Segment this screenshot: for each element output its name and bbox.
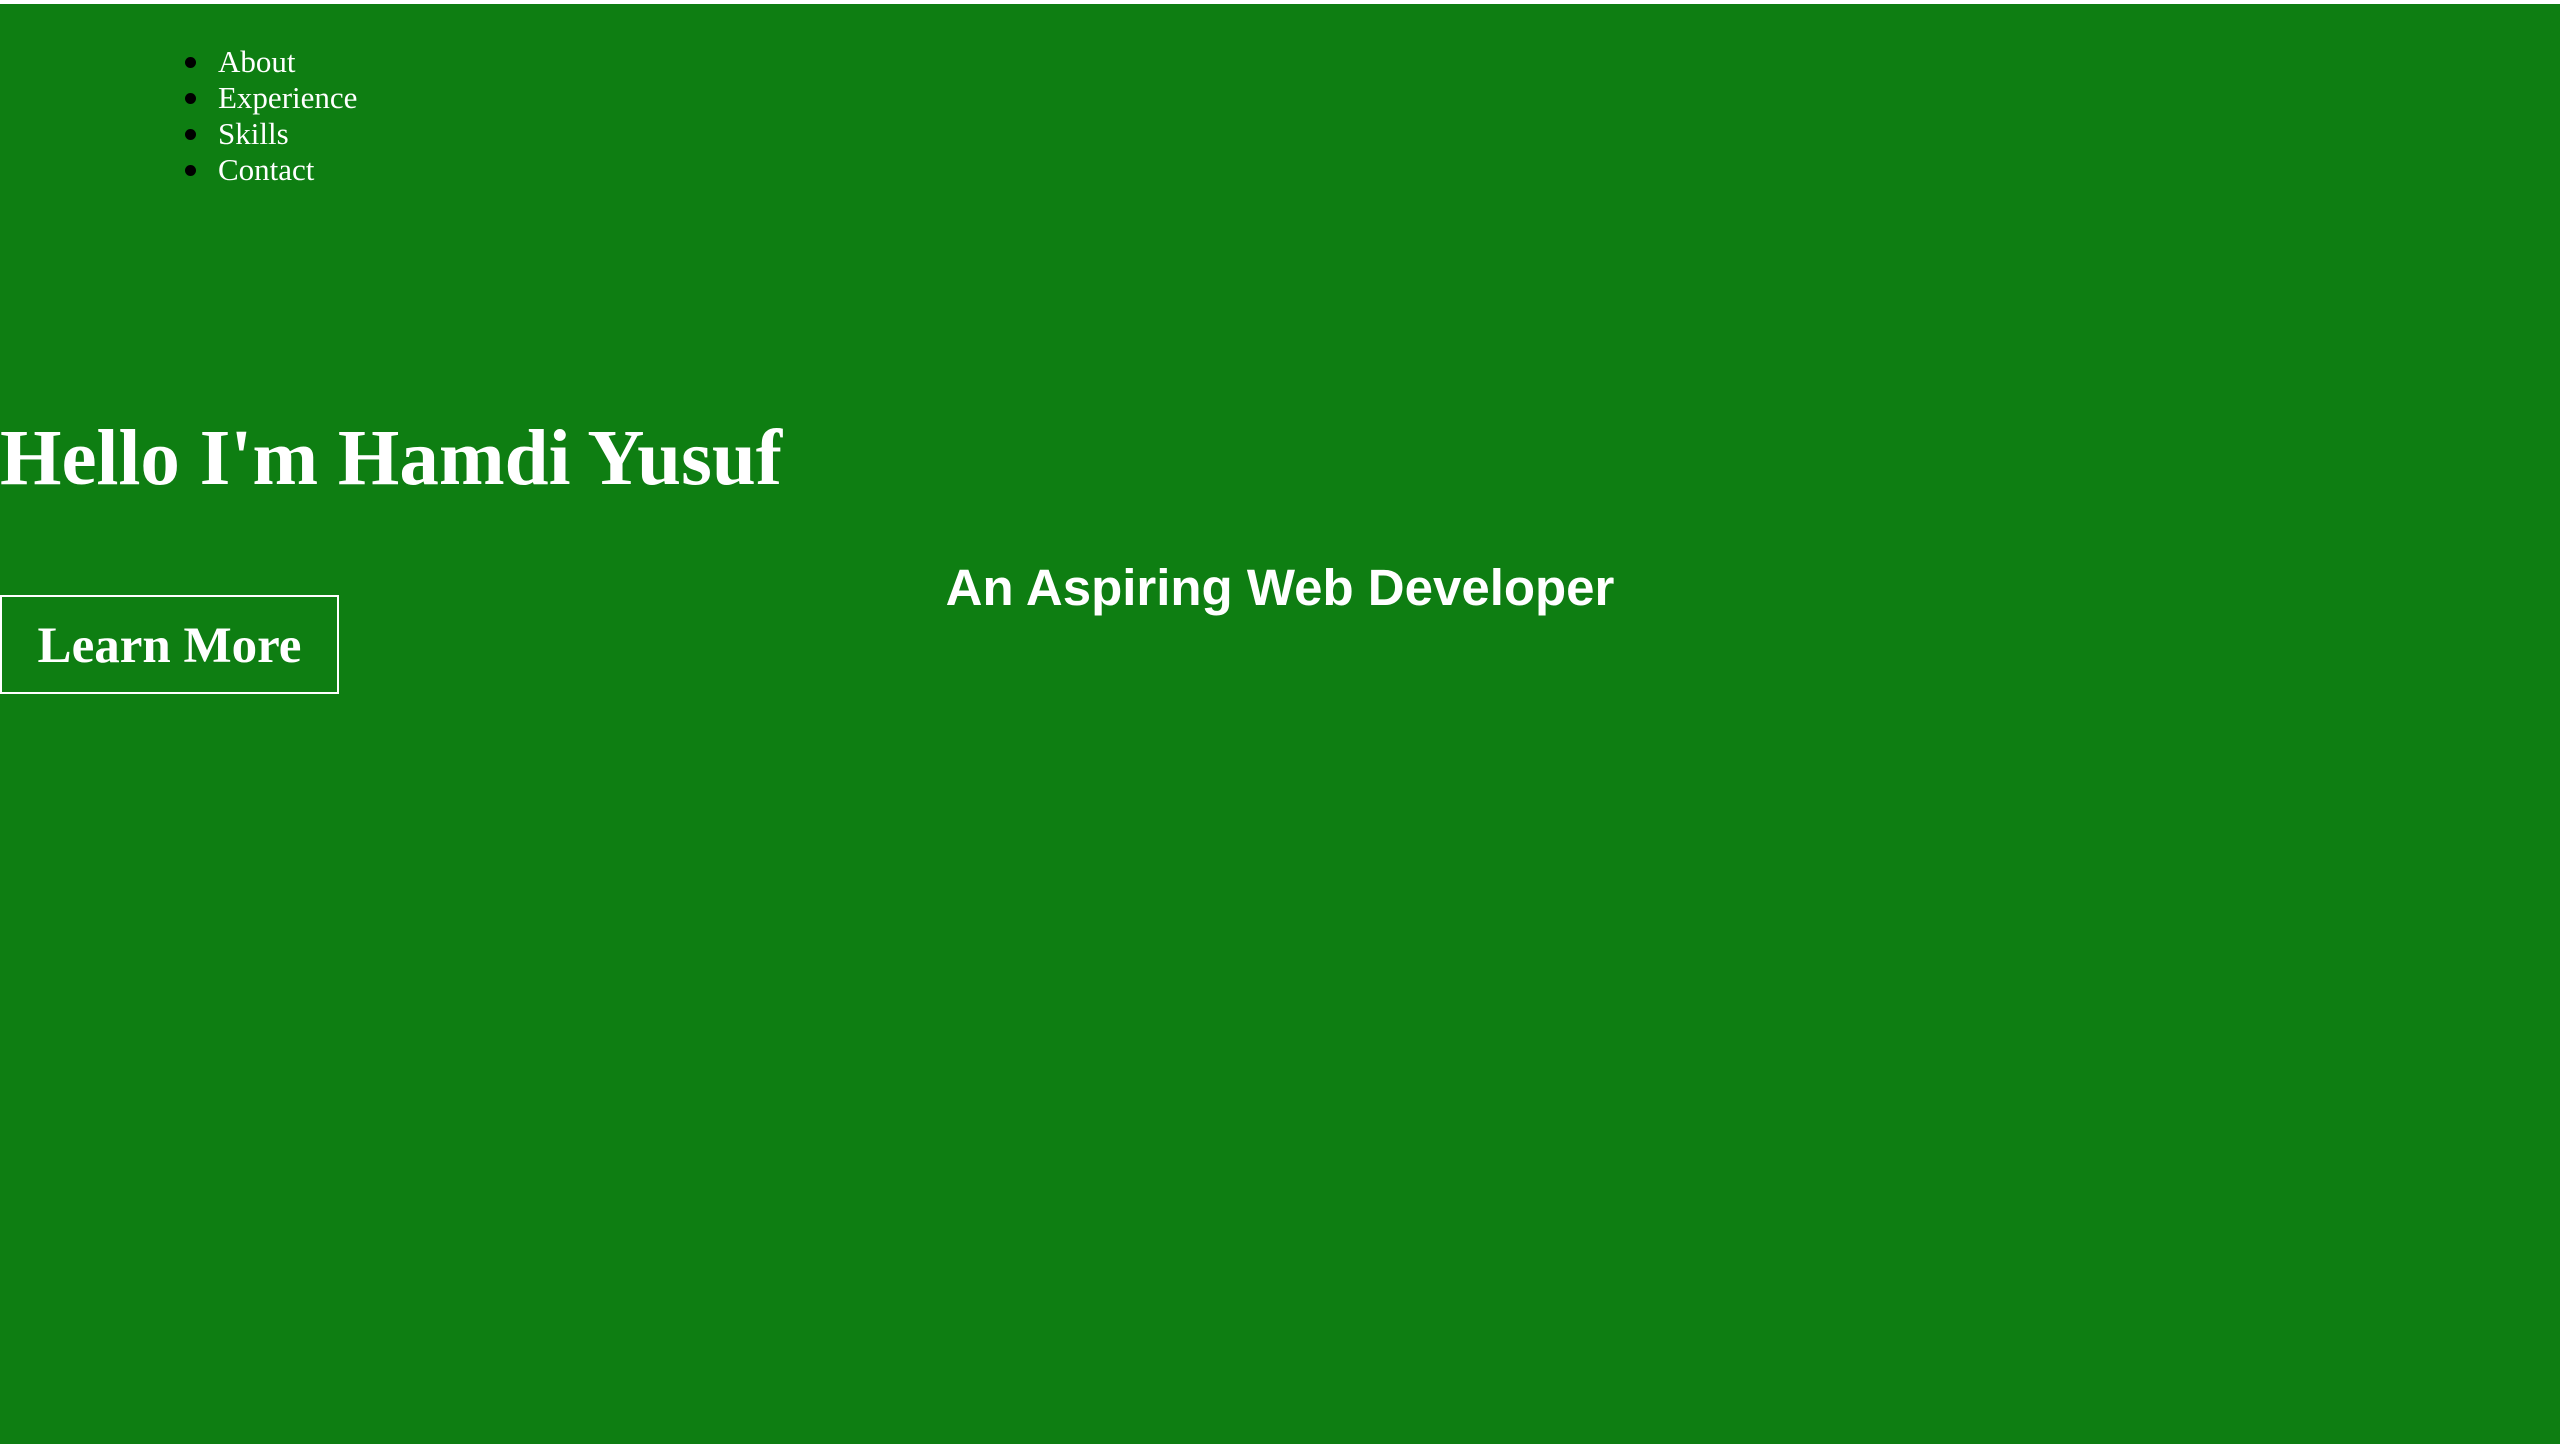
learn-more-button[interactable]: Learn More (0, 595, 339, 694)
bullet-icon (185, 165, 196, 176)
nav-item-experience: Experience (185, 80, 357, 116)
nav-link-skills[interactable]: Skills (218, 116, 289, 151)
nav-link-contact[interactable]: Contact (218, 152, 314, 187)
nav-item-skills: Skills (185, 116, 357, 152)
hero-headline: Hello I'm Hamdi Yusuf (0, 415, 783, 502)
hero-section: About Experience Skills Contact Hello I'… (0, 4, 2560, 1444)
bullet-icon (185, 129, 196, 140)
nav-item-about: About (185, 44, 357, 80)
nav-item-contact: Contact (185, 152, 357, 188)
nav-link-experience[interactable]: Experience (218, 80, 357, 115)
bullet-icon (185, 57, 196, 68)
nav-link-about[interactable]: About (218, 44, 296, 79)
bullet-icon (185, 93, 196, 104)
nav-menu: About Experience Skills Contact (185, 44, 357, 188)
hero-subheadline: An Aspiring Web Developer (945, 559, 1615, 616)
